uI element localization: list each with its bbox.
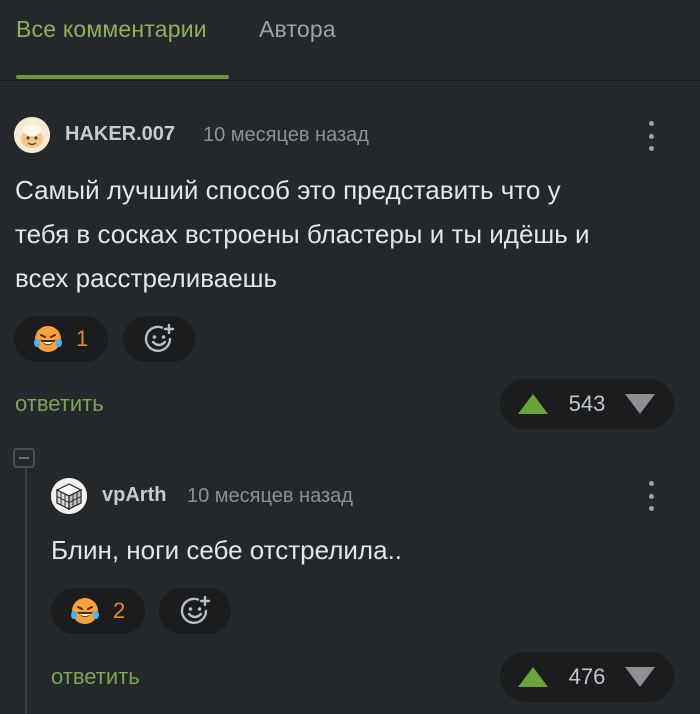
comment-timestamp: 10 месяцев назад — [203, 124, 369, 146]
reaction-laugh-button[interactable]: 1 — [14, 316, 108, 362]
comment-timestamp: 10 месяцев назад — [187, 485, 353, 507]
tab-author[interactable]: Автора — [259, 16, 336, 43]
thread-line — [25, 468, 27, 714]
downvote-icon[interactable] — [624, 393, 656, 415]
more-options-icon[interactable] — [645, 481, 657, 511]
comment-tabs: Все комментарии Автора — [0, 0, 700, 81]
add-reaction-button[interactable] — [159, 588, 231, 634]
more-options-icon[interactable] — [645, 121, 657, 151]
reaction-count: 2 — [113, 598, 126, 623]
vote-widget: 543 — [500, 379, 674, 429]
comment-text: Блин, ноги себе отстрелила.. — [51, 528, 402, 572]
comment-text-line: Самый лучший способ это представить что … — [15, 175, 561, 205]
reply-button[interactable]: ответить — [51, 664, 140, 690]
comment-author[interactable]: vpArth — [102, 484, 166, 507]
add-emoji-icon — [180, 595, 211, 624]
cartoon-avatar-icon[interactable] — [14, 117, 50, 153]
tab-all-comments[interactable]: Все комментарии — [16, 16, 207, 43]
laughing-tears-emoji-icon — [34, 326, 62, 352]
cube-avatar-icon[interactable] — [51, 478, 87, 514]
add-reaction-button[interactable] — [123, 316, 195, 362]
comment-text-line: тебя в сосках встроены бластеры и ты идё… — [15, 219, 590, 249]
comment-text-line: всех расстреливаешь — [15, 263, 278, 293]
comment-text: Самый лучший способ это представить что … — [15, 168, 590, 300]
laughing-tears-emoji-icon — [71, 598, 99, 624]
collapse-thread-button[interactable] — [13, 448, 35, 468]
comment-author[interactable]: HAKER.007 — [65, 123, 175, 146]
upvote-icon[interactable] — [517, 666, 549, 688]
reply-button[interactable]: ответить — [15, 391, 104, 417]
upvote-icon[interactable] — [517, 393, 549, 415]
reaction-laugh-button[interactable]: 2 — [51, 588, 145, 634]
reaction-count: 1 — [76, 326, 89, 351]
vote-count: 543 — [568, 391, 606, 416]
comment-text-line: Блин, ноги себе отстрелила.. — [51, 535, 403, 565]
vote-count: 476 — [568, 664, 606, 689]
add-emoji-icon — [144, 323, 175, 352]
vote-widget: 476 — [500, 652, 674, 702]
downvote-icon[interactable] — [624, 666, 656, 688]
active-tab-indicator — [16, 75, 229, 79]
